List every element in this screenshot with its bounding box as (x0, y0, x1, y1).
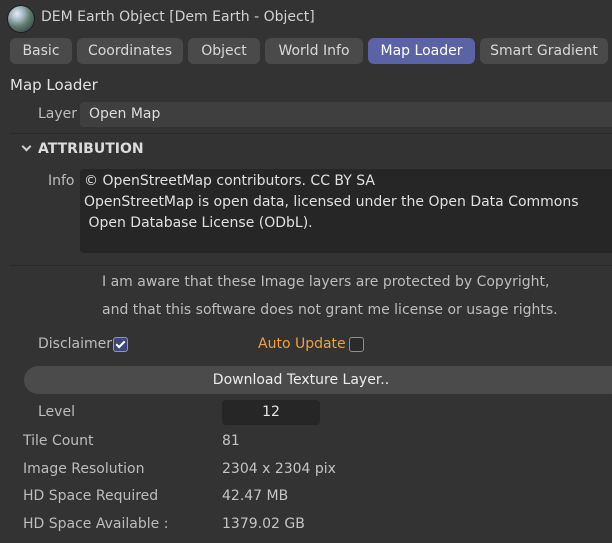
section-title: Map Loader (10, 76, 98, 94)
auto-update-label: Auto Update (258, 336, 346, 352)
divider (10, 265, 612, 266)
image-resolution-value: 2304 x 2304 pix (222, 461, 336, 477)
image-resolution-label: Image Resolution (23, 461, 145, 477)
window-title: DEM Earth Object [Dem Earth - Object] (41, 9, 315, 25)
info-line: Open Database License (ODbL). (84, 215, 313, 231)
tab-coordinates[interactable]: Coordinates (77, 38, 183, 64)
download-texture-layer-button[interactable]: Download Texture Layer.. (24, 366, 612, 394)
disclaimer-label: Disclaimer (38, 336, 113, 352)
copyright-notice-line-1: I am aware that these Image layers are p… (102, 274, 550, 290)
level-label: Level (38, 404, 75, 420)
hd-space-required-label: HD Space Required (23, 488, 159, 504)
tile-count-label: Tile Count (23, 433, 94, 449)
tab-map-loader[interactable]: Map Loader (368, 38, 475, 64)
tile-count-value: 81 (222, 433, 240, 449)
title-bar: DEM Earth Object [Dem Earth - Object] (0, 0, 612, 36)
tab-smart-gradient[interactable]: Smart Gradient (480, 38, 608, 64)
divider (10, 133, 612, 134)
hd-space-available-value: 1379.02 GB (222, 516, 305, 532)
auto-update-checkbox[interactable] (349, 337, 364, 352)
tab-object[interactable]: Object (188, 38, 260, 64)
info-label: Info (48, 173, 75, 189)
hd-space-required-value: 42.47 MB (222, 488, 289, 504)
layer-label: Layer (38, 106, 78, 122)
checkmark-icon (115, 338, 126, 349)
info-line: OpenStreetMap is open data, licensed und… (84, 194, 579, 210)
tab-basic[interactable]: Basic (10, 38, 72, 64)
layer-dropdown[interactable]: Open Map (80, 102, 612, 127)
download-button-label: Download Texture Layer.. (212, 372, 390, 388)
disclaimer-checkbox[interactable] (113, 337, 128, 352)
info-line: © OpenStreetMap contributors. CC BY SA (84, 173, 375, 189)
info-textbox[interactable]: © OpenStreetMap contributors. CC BY SA O… (80, 169, 612, 253)
level-input[interactable]: 12 (222, 400, 320, 425)
tab-bar: Basic Coordinates Object World Info Map … (0, 38, 612, 64)
copyright-notice-line-2: and that this software does not grant me… (102, 302, 558, 318)
chevron-down-icon (21, 141, 32, 152)
hd-space-available-label: HD Space Available : (23, 516, 169, 532)
attribution-title: ATTRIBUTION (38, 141, 144, 157)
tab-world-info[interactable]: World Info (265, 38, 363, 64)
globe-icon (7, 5, 35, 33)
